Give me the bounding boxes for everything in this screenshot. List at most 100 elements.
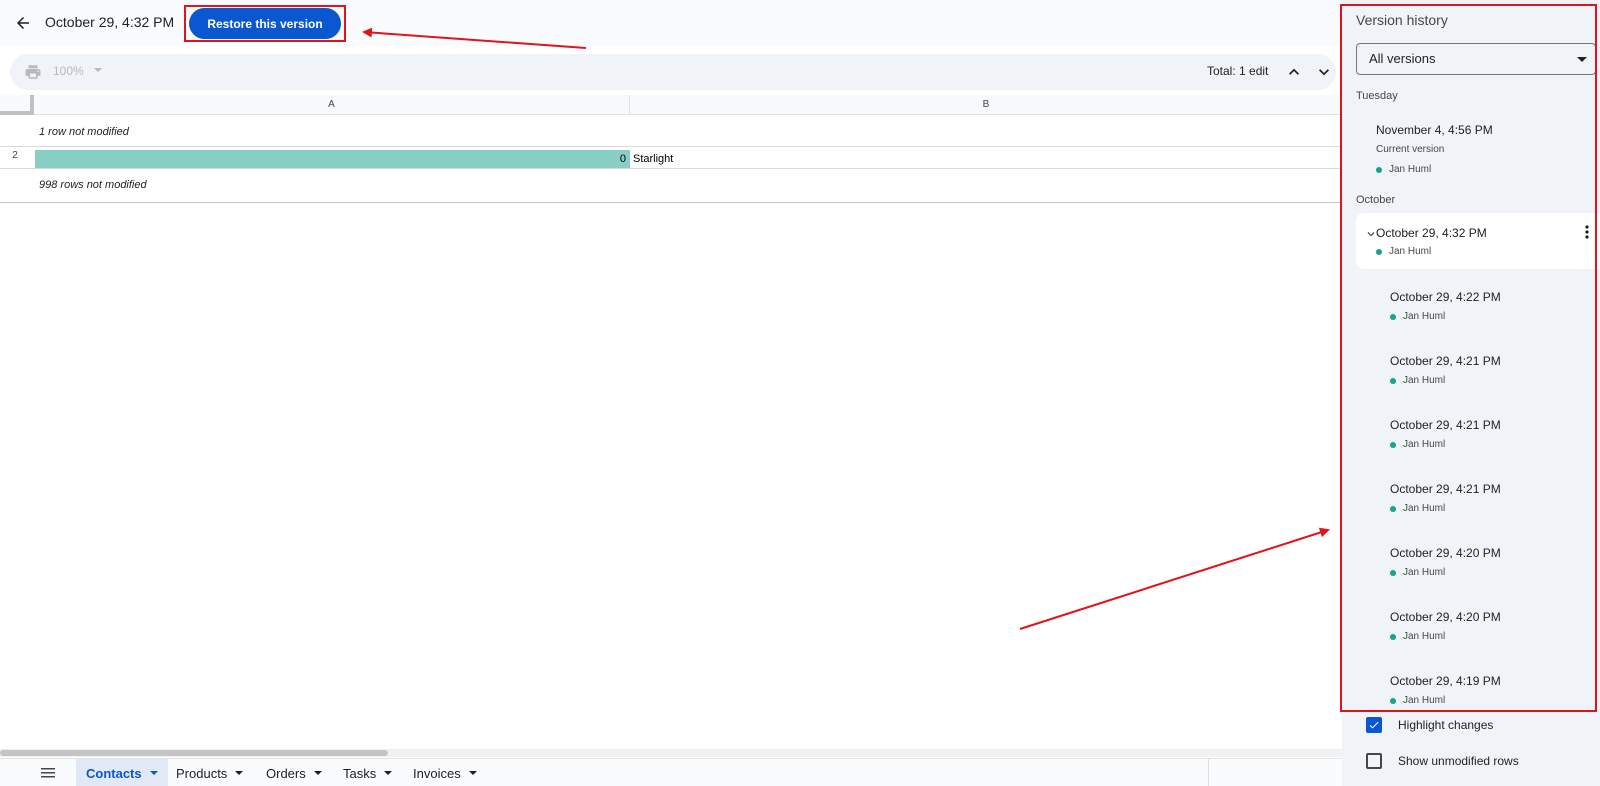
author-name: Jan Huml (1403, 631, 1446, 642)
sheet-tab-contacts[interactable]: Contacts (76, 759, 168, 786)
version-item[interactable]: October 29, 4:19 PM Jan Huml (1356, 665, 1600, 705)
total-edits-label: Total: 1 edit (1207, 64, 1269, 78)
top-bar: October 29, 4:32 PM Restore this version (0, 0, 1342, 46)
section-label-tuesday: Tuesday (1356, 90, 1398, 102)
check-icon (1369, 721, 1379, 729)
caret-down-icon (149, 771, 158, 775)
sheet-tab-bar: Contacts Products Orders Tasks Invoices (0, 758, 1342, 786)
spreadsheet-grid: A B 1 row not modified 2 0 Starlight 998… (0, 95, 1342, 203)
version-item[interactable]: October 29, 4:22 PM Jan Huml (1356, 281, 1600, 337)
version-date: October 29, 4:32 PM (1376, 226, 1487, 240)
version-date: October 29, 4:21 PM (1390, 418, 1501, 432)
version-item[interactable]: October 29, 4:20 PM Jan Huml (1356, 537, 1600, 593)
more-vert-icon[interactable] (1580, 223, 1594, 241)
author-name: Jan Huml (1403, 439, 1446, 450)
highlight-changes-label: Highlight changes (1398, 718, 1494, 732)
caret-down-icon (468, 771, 477, 775)
app-window: October 29, 4:32 PM Restore this version… (0, 0, 1600, 786)
author-color-dot (1390, 697, 1396, 704)
annotation-arrow-panel (1019, 527, 1330, 630)
horizontal-scrollbar[interactable] (0, 749, 1342, 757)
author-name: Jan Huml (1403, 567, 1446, 578)
author-name: Jan Huml (1389, 164, 1432, 175)
author-color-dot (1390, 505, 1396, 512)
unmodified-rows-note-top: 1 row not modified (39, 126, 129, 138)
caret-down-icon (384, 771, 393, 775)
version-author: Jan Huml (1390, 311, 1445, 322)
sheet-tab-tasks[interactable]: Tasks (333, 759, 402, 786)
cell-a2-changed[interactable]: 0 (35, 150, 630, 168)
author-color-dot (1390, 633, 1396, 640)
unmodified-rows-note-bottom: 998 rows not modified (39, 179, 147, 191)
previous-edit-chevron-up-icon[interactable] (1284, 62, 1304, 82)
zoom-select[interactable]: 100% (53, 64, 84, 78)
version-date: October 29, 4:20 PM (1390, 610, 1501, 624)
author-name: Jan Huml (1389, 246, 1432, 257)
row-divider (0, 146, 1342, 147)
author-name: Jan Huml (1403, 503, 1446, 514)
caret-down-icon (313, 771, 322, 775)
version-history-panel: Version history All versions Tuesday Nov… (1342, 0, 1600, 786)
highlight-changes-option[interactable]: Highlight changes (1366, 717, 1493, 733)
sheet-tab-products[interactable]: Products (166, 759, 253, 786)
version-author: Jan Huml (1390, 695, 1445, 705)
show-unmodified-option[interactable]: Show unmodified rows (1366, 753, 1519, 769)
cell-b2[interactable]: Starlight (633, 150, 673, 168)
all-sheets-menu-icon[interactable] (40, 766, 56, 780)
sheet-tab-orders[interactable]: Orders (256, 759, 332, 786)
sheet-tab-invoices[interactable]: Invoices (403, 759, 487, 786)
scrollbar-thumb[interactable] (0, 750, 388, 756)
sheet-bar-divider (1208, 759, 1209, 786)
version-item[interactable]: October 29, 4:21 PM Jan Huml (1356, 473, 1600, 529)
author-name: Jan Huml (1403, 695, 1446, 705)
version-author: Jan Huml (1390, 439, 1445, 450)
sheet-tab-label: Tasks (343, 765, 377, 781)
back-button[interactable] (10, 10, 36, 36)
filter-value: All versions (1369, 51, 1436, 66)
toolbar: 100% Total: 1 edit (10, 54, 1336, 90)
select-all-corner[interactable] (0, 95, 34, 115)
version-item[interactable]: October 29, 4:21 PM Jan Huml (1356, 409, 1600, 465)
print-icon[interactable] (24, 63, 42, 81)
show-unmodified-checkbox[interactable] (1366, 753, 1382, 769)
column-header-a[interactable]: A (34, 95, 630, 115)
show-unmodified-label: Show unmodified rows (1398, 754, 1519, 768)
version-item[interactable]: October 29, 4:20 PM Jan Huml (1356, 601, 1600, 657)
section-label-october: October (1356, 194, 1396, 206)
next-edit-chevron-down-icon[interactable] (1314, 62, 1334, 82)
caret-down-icon (1577, 57, 1587, 62)
sheet-tab-label: Invoices (413, 765, 461, 781)
author-color-dot (1376, 248, 1382, 255)
version-item-current[interactable]: November 4, 4:56 PM Current version Jan … (1356, 113, 1600, 175)
author-color-dot (1390, 377, 1396, 384)
author-color-dot (1376, 166, 1382, 173)
row-divider (0, 168, 1342, 169)
panel-title: Version history (1356, 12, 1448, 28)
caret-down-icon (235, 771, 244, 775)
author-color-dot (1390, 441, 1396, 448)
version-author: Jan Huml (1390, 567, 1445, 578)
version-date: October 29, 4:20 PM (1390, 546, 1501, 560)
sheet-tab-label: Orders (266, 765, 306, 781)
version-date: October 29, 4:19 PM (1390, 674, 1501, 688)
version-item-selected[interactable]: October 29, 4:32 PM Jan Huml (1356, 213, 1600, 269)
column-header-b[interactable]: B (630, 95, 1342, 115)
row-number[interactable]: 2 (0, 150, 30, 161)
restore-highlight-box: Restore this version (184, 5, 346, 42)
sheet-tab-label: Contacts (86, 765, 142, 781)
version-author: Jan Huml (1390, 503, 1445, 514)
version-filter-select[interactable]: All versions (1356, 43, 1596, 75)
author-color-dot (1390, 313, 1396, 320)
version-date: October 29, 4:21 PM (1390, 354, 1501, 368)
author-name: Jan Huml (1403, 375, 1446, 386)
author-color-dot (1390, 569, 1396, 576)
version-item[interactable]: October 29, 4:21 PM Jan Huml (1356, 345, 1600, 401)
version-date: November 4, 4:56 PM (1376, 123, 1493, 137)
zoom-caret-icon (94, 68, 102, 72)
arrow-left-icon (17, 17, 29, 29)
version-title: October 29, 4:32 PM (45, 14, 175, 30)
version-author: Jan Huml (1376, 246, 1431, 257)
highlight-changes-checkbox[interactable] (1366, 717, 1382, 733)
restore-version-button[interactable]: Restore this version (189, 8, 341, 39)
version-author: Jan Huml (1376, 164, 1431, 175)
